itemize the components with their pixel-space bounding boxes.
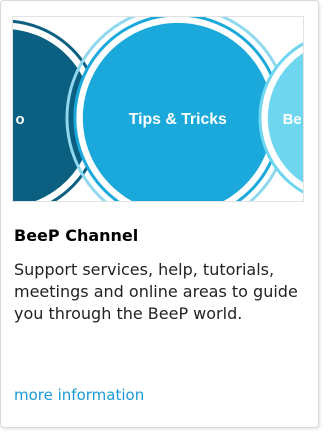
banner-image[interactable]: o Tips & Tricks Be	[12, 16, 304, 202]
banner-center-label: Tips & Tricks	[129, 111, 227, 128]
more-information-link[interactable]: more information	[14, 386, 144, 404]
info-card: o Tips & Tricks Be BeeP Channel Support …	[0, 0, 319, 428]
card-description: Support services, help, tutorials, meeti…	[14, 260, 298, 323]
card-title: BeeP Channel	[14, 226, 139, 245]
banner-left-label: o	[16, 112, 25, 128]
banner-right-label: Be	[283, 112, 302, 128]
banner-graphic: o Tips & Tricks Be	[13, 17, 303, 201]
